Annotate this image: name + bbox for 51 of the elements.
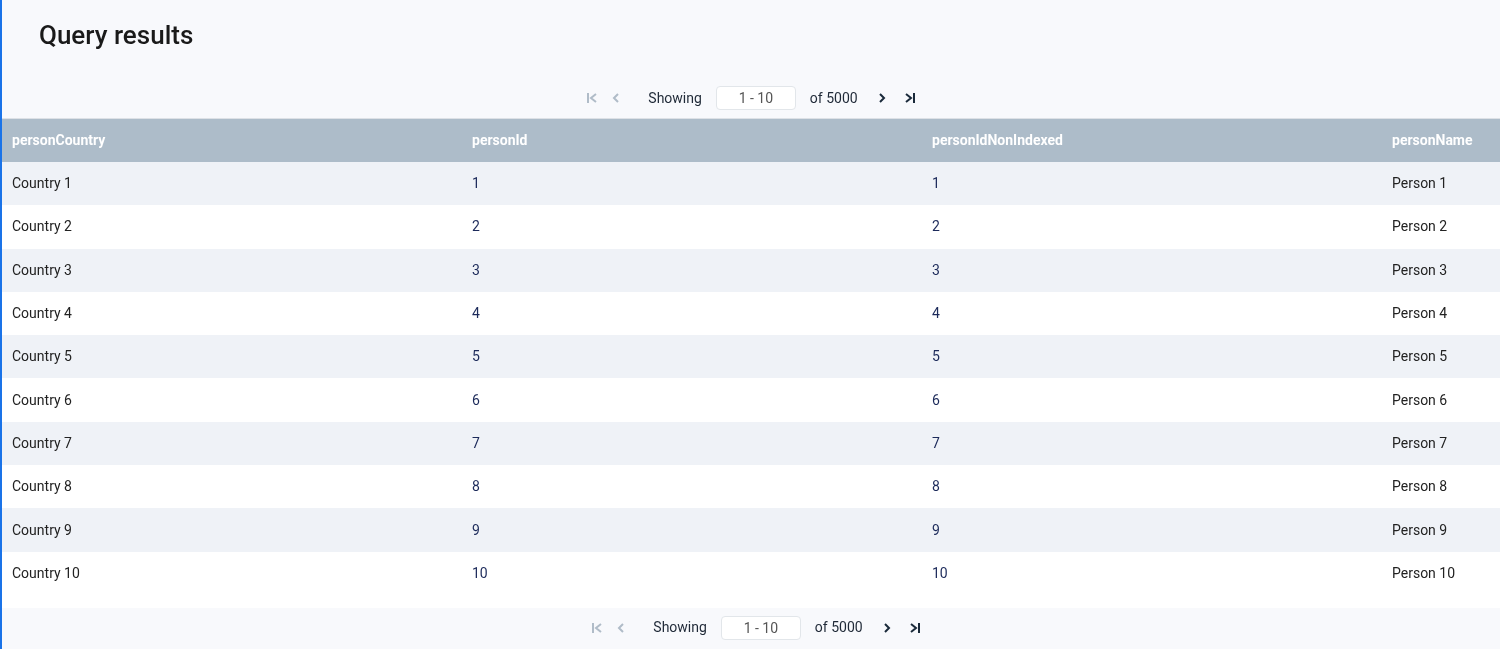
- table-cell-text: Person 1: [1391, 174, 1448, 194]
- page-range-field[interactable]: 1 - 10: [720, 615, 801, 640]
- table-cell-text: Person 9: [1391, 520, 1448, 540]
- table-cell-text: 9: [931, 520, 940, 540]
- total-count: of 5000: [814, 618, 863, 638]
- table-cell-text: Country 7: [11, 433, 72, 453]
- table-cell-text: Person 4: [1391, 304, 1448, 324]
- column-header: personCountry: [11, 131, 106, 150]
- table-cell-text: Country 3: [11, 260, 72, 280]
- table-cell-text: 7: [931, 433, 940, 453]
- table-cell-text: Person 7: [1391, 433, 1448, 453]
- column-header: personName: [1391, 131, 1473, 150]
- table-cell-text: Person 6: [1391, 390, 1448, 410]
- table-cell-text: 1: [931, 174, 940, 194]
- table-cell-text: 4: [471, 304, 480, 324]
- table-cell-text: 1: [471, 174, 480, 194]
- table-cell-text: 10: [931, 563, 948, 583]
- table-cell-text: 10: [471, 563, 488, 583]
- page-range-field[interactable]: 1 - 10: [715, 86, 796, 110]
- table-cell-text: Country 4: [11, 304, 72, 324]
- total-count: of 5000: [809, 88, 858, 108]
- table-cell-text: Person 8: [1391, 477, 1448, 497]
- table-cell-text: Country 8: [11, 477, 72, 497]
- table-cell-text: 8: [471, 477, 480, 497]
- table-cell-text: 2: [931, 217, 940, 237]
- showing-label: Showing: [648, 88, 702, 108]
- table-cell-text: 3: [471, 260, 480, 280]
- table-cell-text: Country 5: [11, 347, 72, 367]
- table-cell-text: Person 5: [1391, 347, 1448, 367]
- table-cell-text: Country 10: [11, 563, 80, 583]
- table-cell-text: 2: [471, 217, 480, 237]
- table-cell-text: 9: [471, 520, 480, 540]
- table-cell-text: Person 2: [1391, 217, 1448, 237]
- table-cell-text: 5: [931, 347, 940, 367]
- table-cell-text: Country 2: [11, 217, 72, 237]
- page-title: Query results: [39, 19, 194, 52]
- column-header: personIdNonIndexed: [931, 131, 1063, 150]
- table-cell-text: 3: [931, 260, 940, 280]
- column-header: personId: [471, 131, 528, 150]
- table-cell-text: Person 3: [1391, 260, 1448, 280]
- table-cell-text: Country 1: [11, 174, 72, 194]
- table-cell-text: Country 9: [11, 520, 72, 540]
- table-cell-text: Person 10: [1391, 563, 1456, 583]
- table-cell-text: 6: [931, 390, 940, 410]
- table-cell-text: 5: [471, 347, 480, 367]
- table-cell-text: 7: [471, 433, 480, 453]
- table-cell-text: Country 6: [11, 390, 72, 410]
- table-cell-text: 6: [471, 390, 480, 410]
- table-cell-text: 4: [931, 304, 940, 324]
- table-cell-text: 8: [931, 477, 940, 497]
- showing-label: Showing: [653, 618, 707, 638]
